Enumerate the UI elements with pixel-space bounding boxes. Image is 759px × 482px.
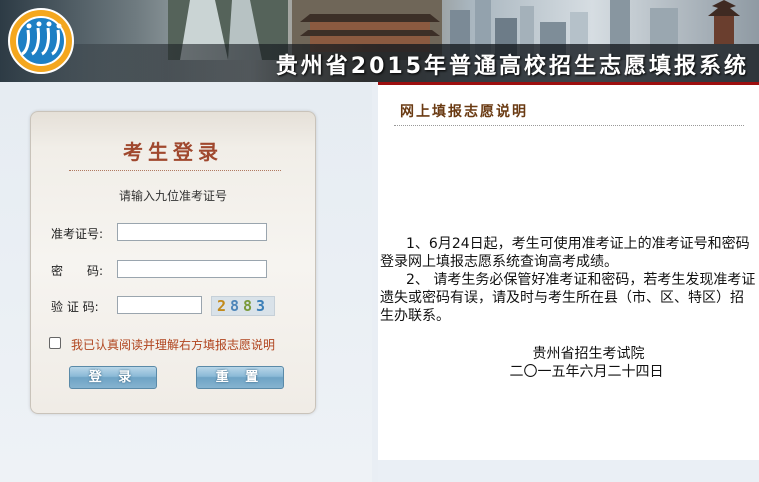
logo-figures-icon [21, 21, 62, 56]
login-hint: 请输入九位准考证号 [118, 189, 227, 203]
login-form: 考生登录 请输入九位准考证号 准考证号: 密 码: 验 证 码: 2883 我已… [30, 111, 316, 414]
notice-signature: 贵州省招生考试院 二〇一五年六月二十四日 [378, 345, 759, 381]
notice-paragraph: 1、6月24日起，考生可使用准考证上的准考证号和密码登录网上填报志愿系统查询高考… [380, 236, 750, 270]
notice-panel: 网上填报志愿说明 1、6月24日起，考生可使用准考证上的准考证号和密码登录网上填… [378, 82, 759, 482]
captcha-char: 8 [229, 297, 243, 315]
notice-body: 1、6月24日起，考生可使用准考证上的准考证号和密码登录网上填报志愿系统查询高考… [380, 235, 756, 325]
header-banner: 贵州省2015年普通高校招生志愿填报系统 [0, 0, 759, 82]
captcha-char: 2 [216, 297, 230, 315]
agree-checkbox[interactable] [49, 337, 61, 349]
login-button[interactable]: 登 录 [69, 366, 157, 389]
ticket-label: 准考证号: [51, 227, 104, 241]
logo [8, 8, 74, 74]
notice-paragraph: 2、 请考生务必保管好准考证和密码，若考生发现准考证遗失或密码有误，请及时与考生… [380, 272, 756, 324]
login-divider [69, 170, 281, 171]
signature-date: 二〇一五年六月二十四日 [509, 364, 664, 380]
captcha-image[interactable]: 2883 [211, 296, 275, 316]
signature-org: 贵州省招生考试院 [532, 346, 645, 362]
reset-button[interactable]: 重 置 [196, 366, 284, 389]
password-label: 密 码: [51, 264, 104, 278]
captcha-input[interactable] [117, 296, 202, 314]
notice-title: 网上填报志愿说明 [400, 104, 528, 120]
ticket-number-input[interactable] [117, 223, 267, 241]
password-input[interactable] [117, 260, 267, 278]
captcha-label: 验 证 码: [51, 300, 99, 314]
login-heading: 考生登录 [123, 140, 223, 164]
logo-inner [16, 16, 66, 66]
agree-label[interactable]: 我已认真阅读并理解右方填报志愿说明 [71, 336, 275, 353]
captcha-char: 8 [243, 297, 257, 315]
notice-divider [394, 125, 744, 126]
footer-strip [378, 460, 759, 482]
captcha-char: 3 [256, 297, 270, 315]
page-title: 贵州省2015年普通高校招生志愿填报系统 [275, 54, 749, 79]
